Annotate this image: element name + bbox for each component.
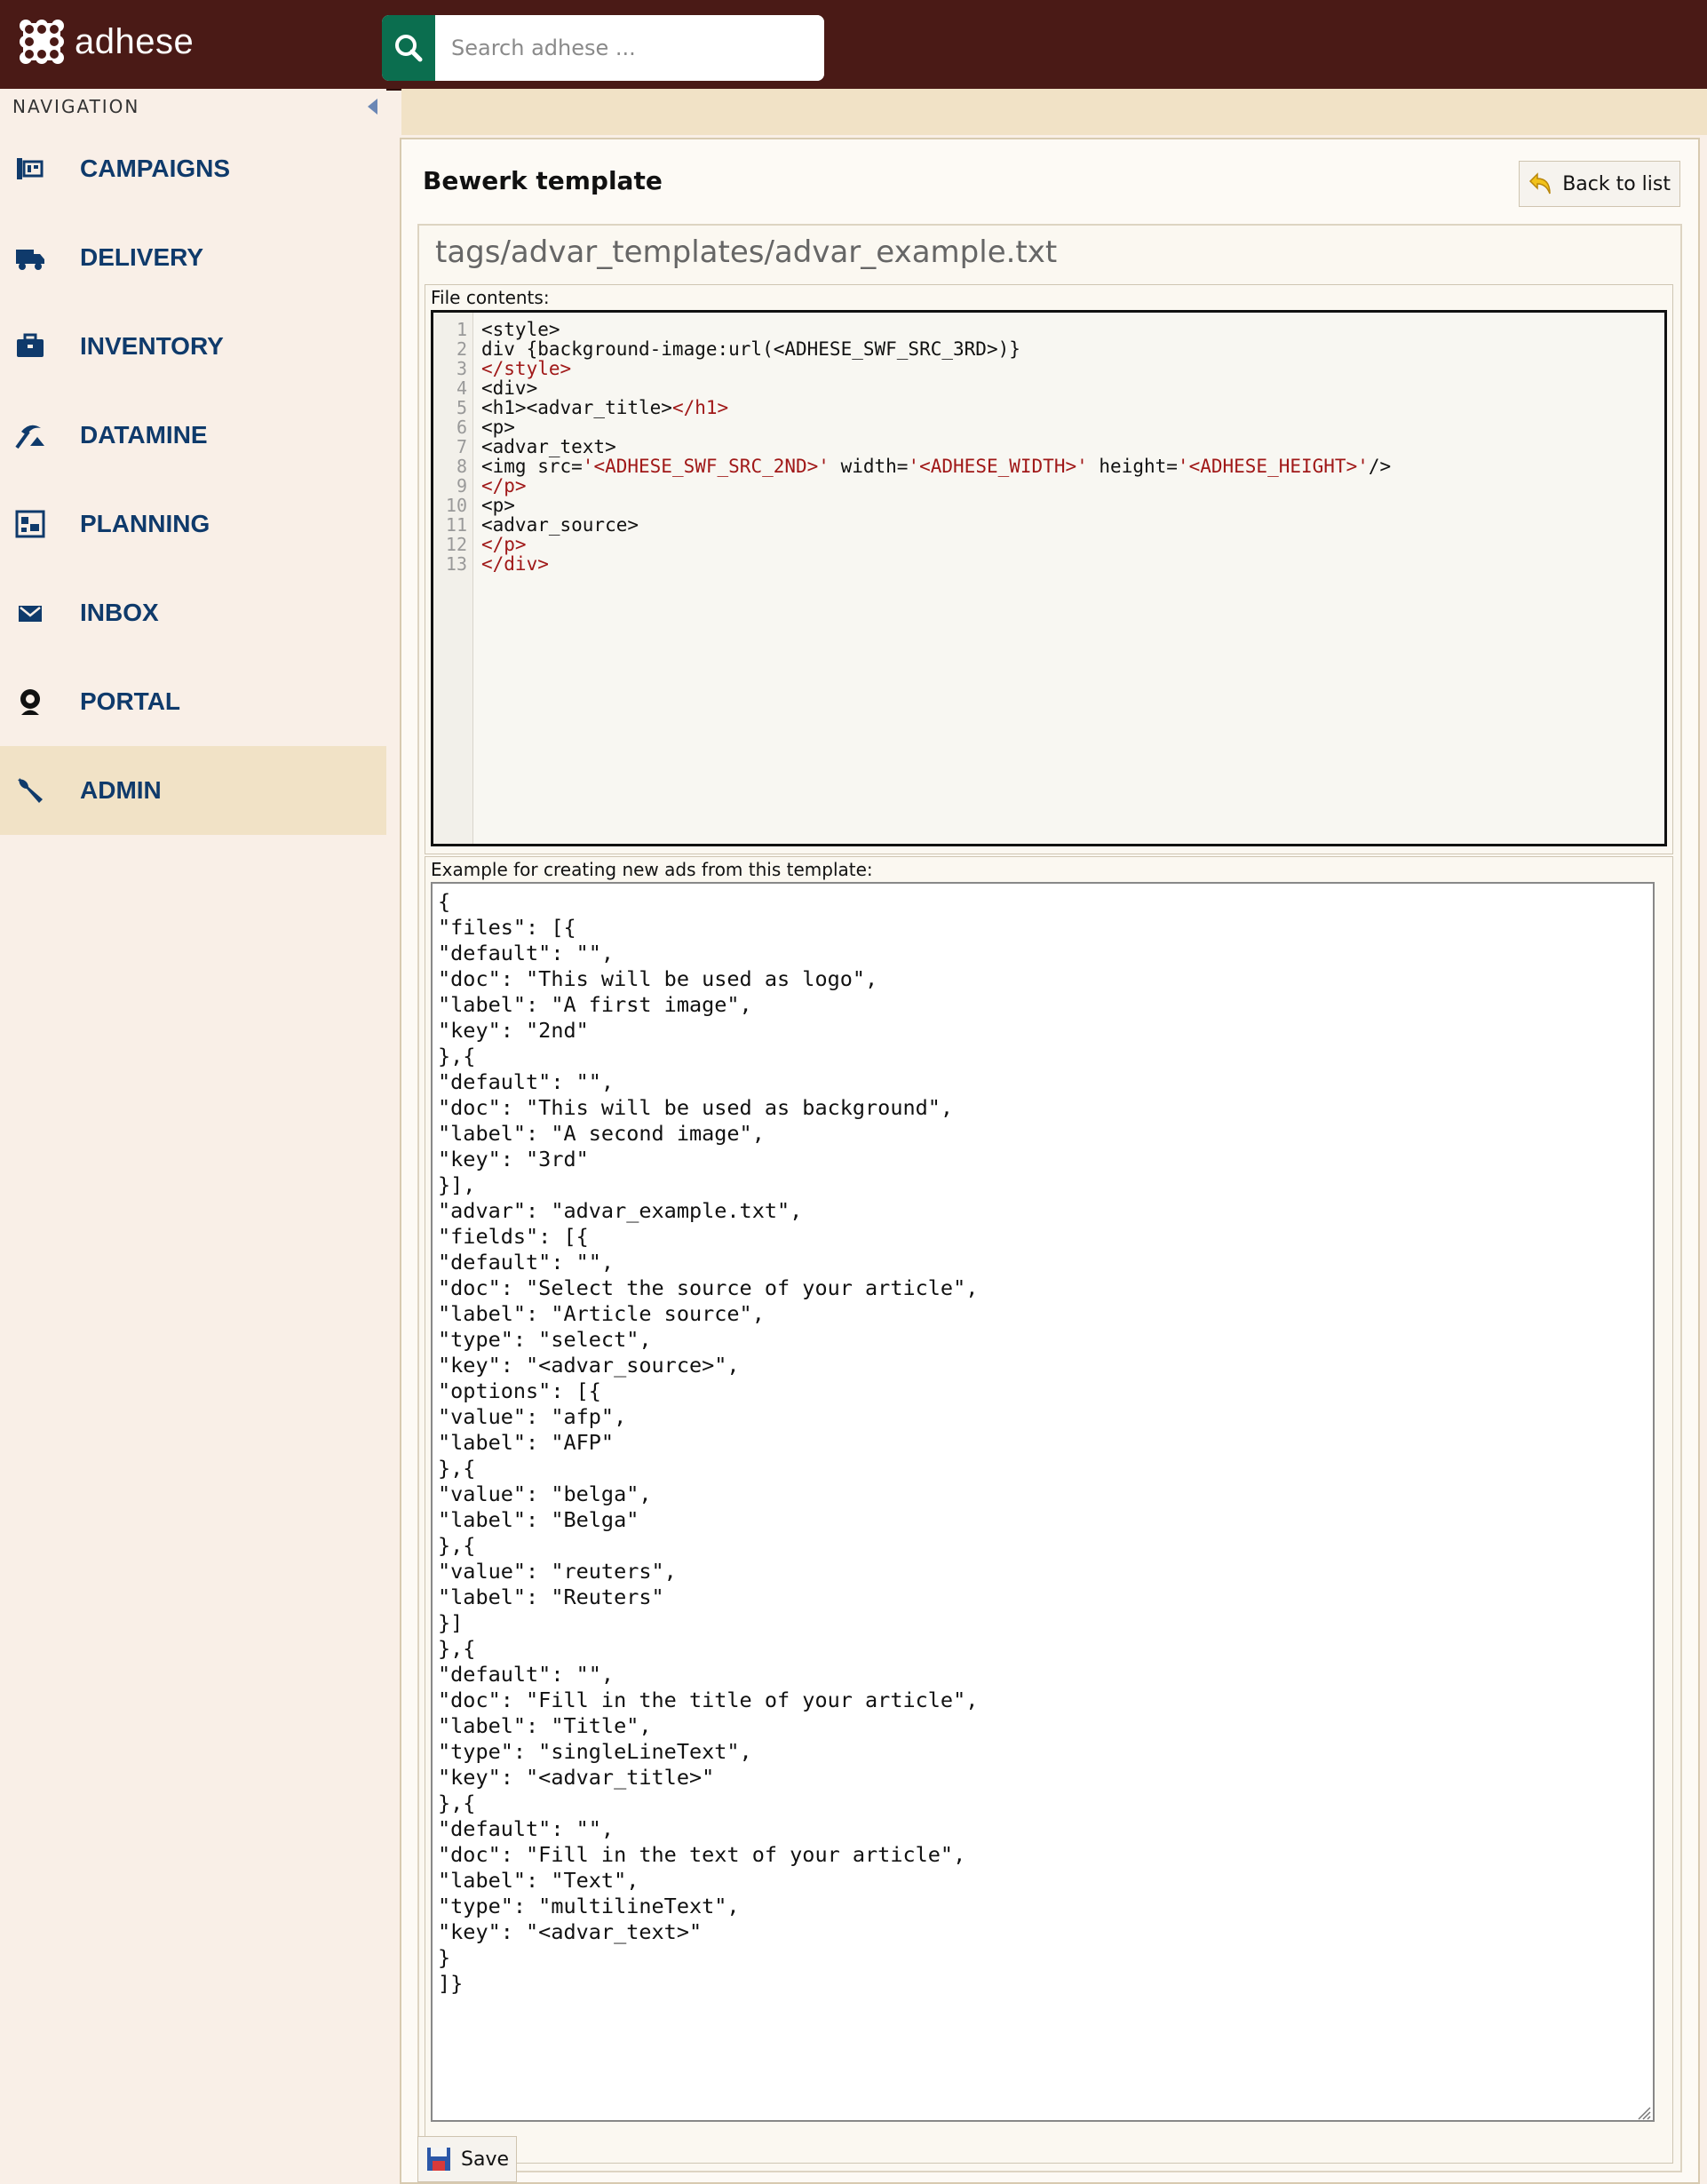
code-line: <advar_text> xyxy=(481,436,616,457)
nav-header: NAVIGATION xyxy=(0,89,386,124)
line-number: 7 xyxy=(456,436,467,457)
line-number: 9 xyxy=(456,475,467,496)
top-bar: adhese xyxy=(0,0,1707,91)
briefcase-icon xyxy=(14,330,46,362)
resize-grip-icon[interactable] xyxy=(1635,2104,1651,2120)
search-icon xyxy=(395,35,423,62)
file-contents-label: File contents: xyxy=(431,287,550,308)
webcam-icon xyxy=(14,686,46,718)
line-number: 8 xyxy=(456,456,467,477)
code-token: </h1> xyxy=(671,397,729,418)
code-line: <advar_source> xyxy=(481,514,639,536)
line-number: 11 xyxy=(445,514,467,536)
sidebar-item-label: INBOX xyxy=(80,599,159,626)
code-token: height= xyxy=(1087,456,1178,477)
sidebar-item-label: INVENTORY xyxy=(80,332,224,360)
code-token: '<ADHESE_SWF_SRC_2ND>' xyxy=(582,456,830,477)
line-number: 4 xyxy=(456,377,467,399)
code-line: </style> xyxy=(481,358,572,379)
logo-mark-icon xyxy=(20,20,64,64)
sidebar-item-admin[interactable]: ADMIN xyxy=(0,746,386,835)
code-token: width= xyxy=(829,456,909,477)
logo[interactable]: adhese xyxy=(20,20,194,64)
collapse-sidebar-icon[interactable] xyxy=(368,99,377,115)
save-button[interactable]: Save xyxy=(417,2136,518,2182)
line-number: 5 xyxy=(456,397,467,418)
back-arrow-icon xyxy=(1529,172,1551,195)
code-line: <div> xyxy=(481,377,538,399)
sidebar-item-inbox[interactable]: INBOX xyxy=(0,568,386,657)
code-token: '<ADHESE_HEIGHT>' xyxy=(1177,456,1369,477)
sidebar-item-label: PORTAL xyxy=(80,687,181,715)
line-number: 2 xyxy=(456,338,467,360)
planning-icon xyxy=(14,508,46,540)
campaigns-icon xyxy=(14,153,46,185)
nav-heading: NAVIGATION xyxy=(12,96,140,117)
search-button[interactable] xyxy=(382,15,435,81)
sidebar-item-label: DATAMINE xyxy=(80,421,208,449)
code-line: </p> xyxy=(481,475,527,496)
sidebar-item-planning[interactable]: PLANNING xyxy=(0,480,386,568)
file-path: tags/advar_templates/advar_example.txt xyxy=(435,234,1058,270)
code-token: <img src= xyxy=(481,456,583,477)
code-line: <p> xyxy=(481,495,515,516)
example-section: Example for creating new ads from this t… xyxy=(425,856,1673,2164)
logo-text: adhese xyxy=(75,21,195,61)
sidebar-item-portal[interactable]: PORTAL xyxy=(0,657,386,746)
floppy-disk-icon xyxy=(427,2148,450,2171)
mail-icon xyxy=(14,597,46,629)
line-number: 6 xyxy=(456,417,467,438)
edit-template-panel: Bewerk template Back to list tags/advar_… xyxy=(400,138,1700,2184)
truck-icon xyxy=(14,242,46,274)
sidebar-item-label: DELIVERY xyxy=(80,243,203,271)
line-number: 13 xyxy=(445,553,467,575)
line-number: 12 xyxy=(445,534,467,555)
search-bar xyxy=(382,15,824,81)
code-token: '<ADHESE_WIDTH>' xyxy=(908,456,1088,477)
code-line: </div> xyxy=(481,553,549,575)
code-token: /> xyxy=(1368,456,1392,477)
line-number-gutter: 1 2 3 4 5 6 7 8 9 10 11 12 13 xyxy=(433,313,473,844)
code-line: </p> xyxy=(481,534,527,555)
code-line: <h1><advar_title></h1> xyxy=(481,398,728,417)
example-json-textarea[interactable]: { "files": [{ "default": "", "doc": "Thi… xyxy=(431,882,1655,2122)
sidebar-item-inventory[interactable]: INVENTORY xyxy=(0,302,386,391)
line-number: 3 xyxy=(456,358,467,379)
sidebar-item-campaigns[interactable]: CAMPAIGNS xyxy=(0,124,386,213)
content-top-band xyxy=(401,89,1707,135)
code-line: div {background-image:url(<ADHESE_SWF_SR… xyxy=(481,338,1020,360)
line-number: 10 xyxy=(445,495,467,516)
code-line: <p> xyxy=(481,417,515,438)
code-line: <style> xyxy=(481,319,560,340)
pickaxe-icon xyxy=(14,419,46,451)
template-form: tags/advar_templates/advar_example.txt F… xyxy=(417,224,1682,2172)
back-to-list-label: Back to list xyxy=(1562,172,1671,195)
page-title: Bewerk template xyxy=(423,166,663,195)
sidebar-item-datamine[interactable]: DATAMINE xyxy=(0,391,386,480)
sidebar-item-label: ADMIN xyxy=(80,776,162,804)
code-editor[interactable]: 1 2 3 4 5 6 7 8 9 10 11 12 13 <style> di… xyxy=(431,310,1667,846)
back-to-list-button[interactable]: Back to list xyxy=(1519,161,1680,207)
sidebar: NAVIGATION CAMPAIGNS DELIVERY INVENTORY … xyxy=(0,89,386,2167)
wrench-icon xyxy=(14,774,46,806)
file-contents-section: File contents: 1 2 3 4 5 6 7 8 9 10 11 1… xyxy=(425,284,1673,854)
sidebar-item-delivery[interactable]: DELIVERY xyxy=(0,213,386,302)
code-line: <img src='<ADHESE_SWF_SRC_2ND>' width='<… xyxy=(481,457,1391,476)
sidebar-item-label: CAMPAIGNS xyxy=(80,155,231,182)
code-token: <h1><advar_title> xyxy=(481,397,672,418)
line-number: 1 xyxy=(456,319,467,340)
search-input[interactable] xyxy=(435,15,824,81)
example-label: Example for creating new ads from this t… xyxy=(431,859,873,880)
sidebar-item-label: PLANNING xyxy=(80,510,210,537)
